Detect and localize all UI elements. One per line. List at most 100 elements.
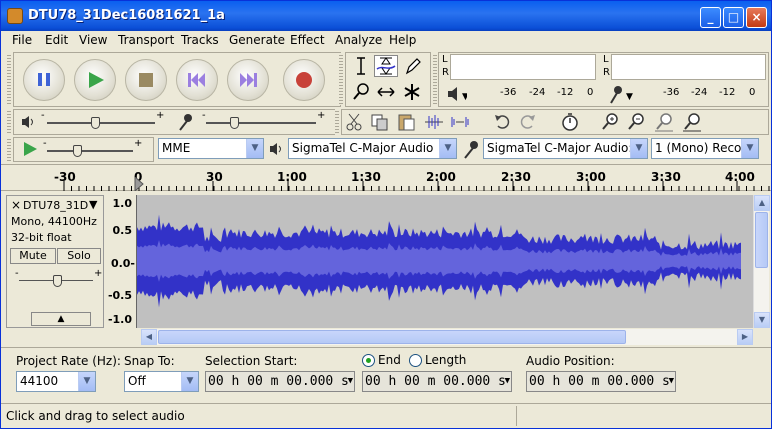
fit-selection-button[interactable] [653, 111, 675, 133]
playback-meter[interactable] [450, 54, 596, 80]
play-speed-knob[interactable] [73, 145, 82, 157]
selection-start-field[interactable]: 00 h 00 m 00.000 s ▼ [205, 371, 355, 392]
cut-button[interactable] [343, 111, 365, 133]
menu-tracks[interactable]: Tracks [181, 33, 219, 47]
meter-grip[interactable] [433, 53, 437, 105]
copy-button[interactable] [369, 111, 391, 133]
menu-transport[interactable]: Transport [118, 33, 174, 47]
redo-button[interactable] [517, 111, 539, 133]
input-channels-select[interactable]: 1 (Mono) Recor ▼ [651, 138, 759, 159]
mixer-grip[interactable] [7, 109, 11, 135]
zoom-tool[interactable] [349, 81, 373, 103]
status-bar: Click and drag to select audio [1, 403, 771, 428]
audio-position-field[interactable]: 00 h 00 m 00.000 s ▼ [526, 371, 676, 392]
selection-tool[interactable] [349, 55, 373, 77]
length-radio[interactable] [409, 354, 422, 367]
menu-analyze[interactable]: Analyze [335, 33, 382, 47]
snap-to-select[interactable]: Off ▼ [124, 371, 199, 392]
project-rate-select[interactable]: 44100 ▼ [16, 371, 96, 392]
horizontal-scroll-thumb[interactable] [158, 330, 626, 344]
pause-button[interactable] [23, 59, 65, 101]
scroll-right-button[interactable]: ▶ [737, 329, 753, 345]
audio-position-label: Audio Position: [526, 354, 615, 368]
play-speed-slider[interactable] [47, 145, 133, 157]
title-bar: DTU78_31Dec16081621_1a _ □ × [1, 1, 771, 31]
menu-edit[interactable]: Edit [45, 33, 68, 47]
length-label: Length [425, 353, 467, 367]
silence-button[interactable] [449, 111, 471, 133]
menu-help[interactable]: Help [389, 33, 416, 47]
chevron-down-icon: ▼ [668, 376, 674, 386]
sync-lock-button[interactable] [559, 111, 581, 133]
menu-generate[interactable]: Generate [229, 33, 285, 47]
multi-tool[interactable] [400, 81, 424, 103]
selection-end-field[interactable]: 00 h 00 m 00.000 s ▼ [362, 371, 512, 392]
speed-slider-max: + [134, 138, 143, 149]
paste-button[interactable] [395, 111, 417, 133]
track-gain-slider[interactable] [19, 275, 93, 287]
undo-button[interactable] [491, 111, 513, 133]
trim-button[interactable] [423, 111, 445, 133]
scroll-left-button[interactable]: ◀ [141, 329, 157, 345]
track-menu-arrow-icon[interactable]: ▼ [89, 198, 97, 211]
status-text: Click and drag to select audio [6, 409, 185, 423]
speaker-icon: ▼ [448, 87, 469, 102]
skip-to-end-button[interactable] [227, 59, 269, 101]
close-button[interactable]: × [746, 7, 767, 28]
menu-view[interactable]: View [79, 33, 107, 47]
timeshift-tool[interactable] [374, 81, 398, 103]
tools-grip[interactable] [339, 53, 343, 105]
collapse-track-button[interactable]: ▲ [31, 312, 91, 326]
draw-tool[interactable] [400, 55, 424, 77]
maximize-button[interactable]: □ [723, 7, 744, 28]
scroll-up-button[interactable]: ▲ [754, 195, 770, 211]
record-meter[interactable] [611, 54, 766, 80]
trim-icon [425, 115, 443, 129]
end-label: End [378, 353, 401, 367]
menu-effect[interactable]: Effect [290, 33, 325, 47]
record-button[interactable] [283, 59, 325, 101]
record-meter-menu[interactable]: ▼ [604, 83, 633, 105]
mute-button[interactable]: Mute [10, 248, 56, 264]
end-radio[interactable] [362, 354, 375, 367]
skip-end-icon [240, 73, 257, 87]
gain-slider-max: + [94, 268, 103, 279]
fit-project-button[interactable] [681, 111, 703, 133]
edit-grip[interactable] [335, 109, 339, 135]
track-name-menu[interactable]: DTU78_31D [23, 199, 88, 212]
zoom-out-button[interactable] [625, 111, 647, 133]
menu-file[interactable]: File [12, 33, 32, 47]
selection-start-label: Selection Start: [205, 354, 298, 368]
play-at-speed-icon[interactable] [22, 141, 38, 157]
track-gain-knob[interactable] [53, 275, 62, 287]
scroll-down-button[interactable]: ▼ [754, 312, 770, 328]
output-device-value: SigmaTel C-Major Audio [292, 141, 434, 155]
input-volume-knob[interactable] [230, 117, 239, 129]
skip-to-start-button[interactable] [176, 59, 218, 101]
input-volume-slider[interactable] [206, 117, 316, 129]
waveform-display[interactable] [137, 195, 741, 328]
output-device-select[interactable]: SigmaTel C-Major Audio ▼ [288, 138, 457, 159]
output-volume-knob[interactable] [91, 117, 100, 129]
vertical-scrollbar[interactable]: ▲ ▼ [753, 195, 770, 328]
zoom-in-button[interactable] [599, 111, 621, 133]
audio-host-select[interactable]: MME ▼ [158, 138, 264, 159]
device-grip[interactable] [7, 137, 11, 161]
vertical-scroll-thumb[interactable] [755, 212, 768, 268]
playback-meter-menu[interactable]: ▼ [445, 83, 469, 105]
audio-position-value: 00 h 00 m 00.000 s [529, 374, 670, 389]
solo-button[interactable]: Solo [57, 248, 101, 264]
output-volume-slider[interactable] [47, 117, 155, 129]
toolbar-grip[interactable] [7, 53, 11, 105]
project-rate-label: Project Rate (Hz): [16, 354, 121, 368]
input-device-select[interactable]: SigmaTel C-Major Audio: E ▼ [483, 138, 648, 159]
scale-label: 1.0 [112, 197, 133, 210]
speaker-icon [270, 143, 281, 155]
envelope-tool[interactable] [374, 55, 398, 77]
timeline-ruler[interactable]: -30 0 30 1:00 1:30 2:00 2:30 3:00 3:30 4… [1, 164, 771, 191]
track-close-button[interactable]: × [11, 198, 21, 212]
stop-button[interactable] [125, 59, 167, 101]
play-button[interactable] [74, 59, 116, 101]
minimize-button[interactable]: _ [700, 7, 721, 28]
horizontal-scrollbar[interactable]: ◀ ▶ [141, 329, 753, 345]
